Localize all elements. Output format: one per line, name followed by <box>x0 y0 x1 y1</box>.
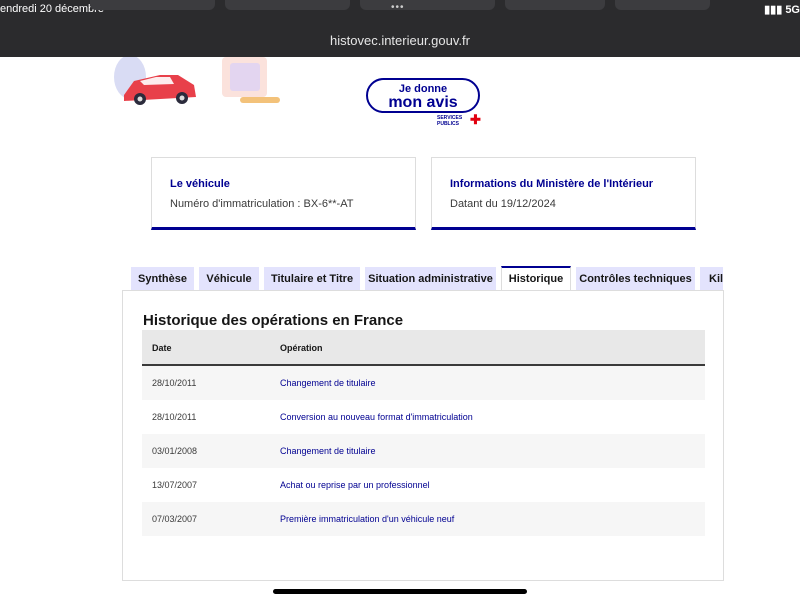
tab-overflow-icon[interactable]: ••• <box>391 2 405 13</box>
services-publics-logo: SERVICES PUBLICS <box>437 115 463 127</box>
ministry-card-title: Informations du Ministère de l'Intérieur <box>450 178 654 190</box>
cell-date: 03/01/2008 <box>152 446 198 456</box>
vehicle-card-title: Le véhicule <box>170 178 230 190</box>
browser-tab[interactable] <box>615 0 710 10</box>
table-row: 28/10/2011 Conversion au nouveau format … <box>142 400 705 434</box>
browser-tab[interactable] <box>90 0 215 10</box>
feedback-line2: mon avis <box>388 94 458 111</box>
registration-number: Numéro d'immatriculation : BX-6**-AT <box>170 198 354 210</box>
cell-operation[interactable]: Première immatriculation d'un véhicule n… <box>280 514 454 524</box>
cell-date: 13/07/2007 <box>152 480 198 490</box>
cell-date: 07/03/2007 <box>152 514 198 524</box>
table-row: 13/07/2007 Achat ou reprise par un profe… <box>142 468 705 502</box>
plus-icon: ✚ <box>470 112 481 127</box>
browser-tab[interactable] <box>360 0 495 10</box>
column-header-date: Date <box>152 343 172 353</box>
history-title: Historique des opérations en France <box>143 312 404 329</box>
history-table: Date Opération 28/10/2011 Changement de … <box>142 330 705 536</box>
table-row: 28/10/2011 Changement de titulaire <box>142 366 705 400</box>
status-time: endredi 20 décembre <box>0 3 104 15</box>
cell-operation[interactable]: Conversion au nouveau format d'immatricu… <box>280 412 473 422</box>
hero-illustration <box>114 57 280 105</box>
data-date: Datant du 19/12/2024 <box>450 198 556 210</box>
cell-date: 28/10/2011 <box>152 378 197 388</box>
tab-titulaire[interactable]: Titulaire et Titre <box>264 267 360 291</box>
vehicle-card: Le véhicule Numéro d'immatriculation : B… <box>151 157 416 230</box>
cell-date: 28/10/2011 <box>152 412 197 422</box>
feedback-button[interactable]: Je donne mon avis <box>366 78 480 113</box>
address-bar[interactable]: histovec.interieur.gouv.fr <box>0 33 800 48</box>
cell-operation[interactable]: Changement de titulaire <box>280 446 376 456</box>
cell-operation[interactable]: Achat ou reprise par un professionnel <box>280 480 430 490</box>
browser-tab[interactable] <box>225 0 350 10</box>
tab-situation-administrative[interactable]: Situation administrative <box>365 267 496 291</box>
tab-historique[interactable]: Historique <box>501 266 571 291</box>
tab-bar: Synthèse Véhicule Titulaire et Titre Sit… <box>131 266 723 291</box>
tab-vehicule[interactable]: Véhicule <box>199 267 259 291</box>
history-panel: Historique des opérations en France Date… <box>122 290 724 581</box>
tab-kilometrage[interactable]: Kil <box>700 267 723 291</box>
column-header-operation: Opération <box>280 343 323 353</box>
home-indicator[interactable] <box>273 589 527 594</box>
table-header: Date Opération <box>142 330 705 366</box>
tab-controles-techniques[interactable]: Contrôles techniques <box>576 267 695 291</box>
table-row: 07/03/2007 Première immatriculation d'un… <box>142 502 705 536</box>
table-row: 03/01/2008 Changement de titulaire <box>142 434 705 468</box>
network-indicator: ▮▮▮ 5G <box>764 4 800 16</box>
ministry-card: Informations du Ministère de l'Intérieur… <box>431 157 696 230</box>
tab-synthese[interactable]: Synthèse <box>131 267 194 291</box>
browser-tab[interactable] <box>505 0 605 10</box>
cell-operation[interactable]: Changement de titulaire <box>280 378 376 388</box>
browser-bar: endredi 20 décembre ••• ▮▮▮ 5G histovec.… <box>0 0 800 57</box>
signal-icon: ▮▮▮ <box>764 4 786 16</box>
table-body: 28/10/2011 Changement de titulaire 28/10… <box>142 366 705 536</box>
